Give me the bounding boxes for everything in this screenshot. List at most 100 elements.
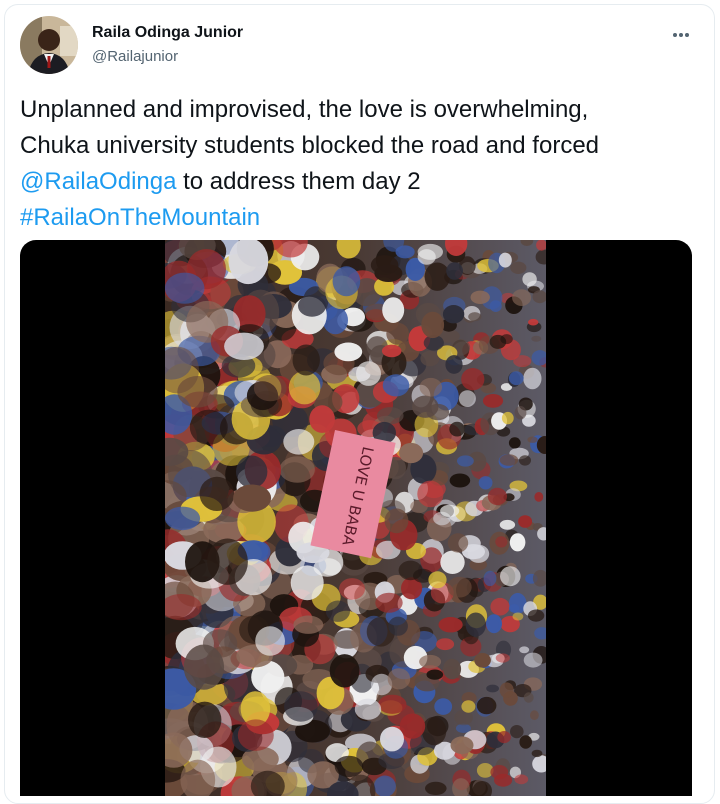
crowd-blob — [513, 355, 532, 368]
crowd-blob — [523, 692, 534, 703]
crowd-blob — [446, 262, 463, 280]
crowd-blob — [332, 266, 361, 297]
crowd-blob — [189, 409, 228, 445]
crowd-blob — [500, 566, 521, 587]
crowd-blob — [449, 473, 471, 488]
crowd-blob — [183, 644, 225, 690]
crowd-blob — [522, 272, 537, 287]
crowd-blob — [531, 335, 542, 342]
tweet-text-line-3: @RailaOdinga to address them day 2 — [20, 164, 700, 200]
crowd-blob — [499, 519, 516, 530]
crowd-blob — [329, 654, 360, 688]
crowd-blob — [438, 617, 463, 633]
crowd-blob — [508, 604, 520, 613]
crowd-blob — [534, 492, 544, 502]
crowd-blob — [450, 736, 474, 754]
crowd-blob — [461, 368, 485, 391]
crowd-blob — [436, 638, 455, 651]
tweet-text-line-4: #RailaOnTheMountain — [20, 200, 700, 236]
crowd-blob — [165, 272, 205, 304]
author-name[interactable]: Raila Odinga Junior — [92, 24, 243, 42]
crowd-blob — [381, 344, 402, 358]
crowd-blob — [458, 390, 476, 407]
crowd-blob — [501, 411, 514, 425]
crowd-blob — [478, 476, 493, 490]
crowd-blob — [384, 508, 409, 534]
video-player[interactable]: LOVE U BABA — [20, 240, 692, 796]
crowd-blob — [417, 480, 444, 508]
author-avatar[interactable] — [20, 16, 78, 74]
crowd-blob — [434, 698, 453, 715]
more-options-button[interactable] — [666, 20, 696, 50]
crowd-blob — [514, 774, 529, 785]
crowd-blob — [334, 755, 364, 778]
crowd-blob — [490, 765, 509, 780]
crowd-blob — [279, 456, 315, 483]
crowd-blob — [387, 668, 411, 690]
crowd-blob — [508, 371, 524, 386]
crowd-blob — [465, 612, 486, 637]
crowd-blob — [339, 578, 365, 600]
crowd-blob — [419, 377, 443, 397]
author-handle[interactable]: @Railajunior — [92, 48, 178, 65]
crowd-blob — [527, 609, 545, 622]
crowd-blob — [495, 653, 510, 663]
crowd-blob — [490, 597, 510, 616]
crowd-blob — [233, 484, 272, 512]
crowd-blob — [523, 652, 543, 668]
crowd-blob — [512, 289, 532, 306]
crowd-blob — [399, 442, 424, 464]
crowd-blob — [322, 306, 348, 335]
crowd-blob — [508, 437, 521, 449]
crowd-blob — [530, 710, 539, 721]
crowd-blob — [440, 504, 460, 517]
crowd-blob — [375, 592, 403, 613]
hashtag-link[interactable]: #RailaOnTheMountain — [20, 204, 260, 231]
crowd-blob — [228, 240, 269, 285]
crowd-blob — [224, 332, 264, 360]
crowd-blob — [424, 262, 450, 291]
crowd-blob — [380, 726, 404, 752]
crowd-blob — [428, 571, 447, 589]
crowd-blob — [382, 297, 405, 323]
crowd-blob — [518, 515, 533, 528]
crowd-blob — [528, 318, 539, 326]
crowd-blob — [309, 405, 335, 433]
crowd-blob — [373, 775, 396, 796]
crowd-blob — [354, 698, 382, 720]
crowd-blob — [334, 342, 363, 362]
crowd-blob — [510, 725, 524, 739]
crowd-blob — [283, 429, 315, 455]
crowd-blob — [512, 612, 524, 621]
crowd-blob — [509, 533, 526, 552]
crowd-blob — [476, 696, 497, 715]
crowd-blob — [419, 654, 442, 669]
crowd-blob — [498, 252, 512, 268]
crowd-blob — [523, 367, 542, 390]
crowd-blob — [417, 249, 436, 265]
crowd-blob — [253, 374, 287, 402]
crowd-blob — [531, 749, 543, 758]
crowd-blob — [325, 600, 350, 622]
crowd-blob — [449, 421, 465, 437]
crowd-blob — [293, 615, 324, 634]
crowd-blob — [292, 344, 320, 376]
crowd-blob — [440, 550, 465, 574]
crowd-blob — [497, 731, 511, 744]
crowd-blob — [426, 403, 450, 421]
tweet-text-line-1: Unplanned and improvised, the love is ov… — [20, 96, 589, 123]
crowd-blob — [487, 487, 507, 506]
crowd-blob — [199, 476, 235, 511]
crowd-blob — [377, 407, 404, 425]
crowd-blob — [378, 694, 407, 714]
crowd-blob — [499, 454, 519, 466]
crowd-blob — [425, 781, 447, 796]
crowd-blob — [514, 406, 527, 420]
crowd-blob — [388, 616, 408, 636]
mention-link[interactable]: @RailaOdinga — [20, 168, 176, 195]
crowd-video-image: LOVE U BABA — [165, 240, 546, 796]
crowd-blob — [483, 570, 497, 587]
crowd-blob — [486, 684, 499, 693]
crowd-blob — [237, 719, 274, 751]
video-frame: LOVE U BABA — [165, 240, 546, 796]
